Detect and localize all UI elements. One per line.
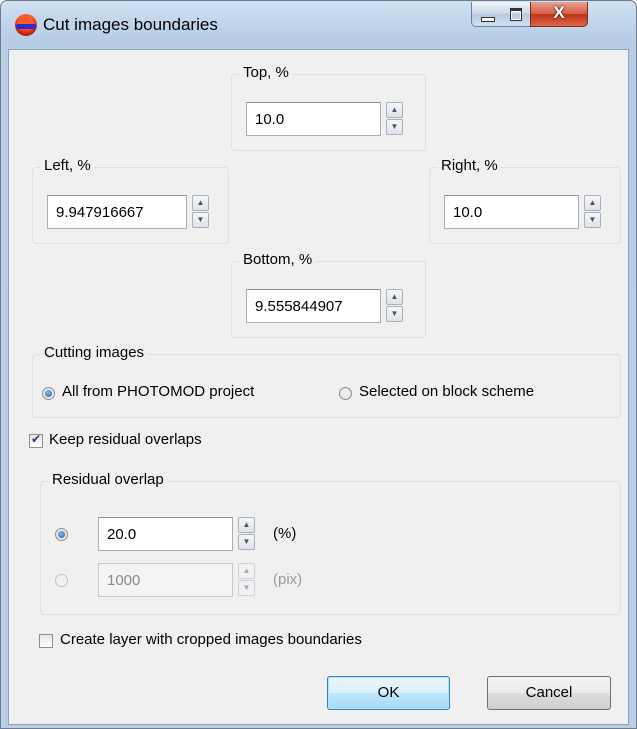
spin-down-icon[interactable]: ▼	[238, 534, 255, 550]
spin-down-icon[interactable]: ▼	[386, 119, 403, 135]
residual-pixels-input[interactable]	[98, 563, 233, 597]
spin-up-icon[interactable]: ▲	[386, 289, 403, 305]
keep-residual-overlaps-label[interactable]: Keep residual overlaps	[49, 431, 202, 448]
residual-pixels-spinbox: ▲ ▼	[98, 563, 268, 597]
residual-pixels-spin-arrows: ▲ ▼	[238, 563, 255, 597]
left-group-title: Left, %	[41, 157, 94, 174]
right-spin-arrows: ▲ ▼	[584, 195, 601, 229]
spin-up-icon[interactable]: ▲	[584, 195, 601, 211]
residual-overlap-title: Residual overlap	[49, 471, 167, 488]
top-group: Top, % ▲ ▼	[231, 64, 426, 151]
window-title: Cut images boundaries	[43, 15, 218, 34]
spin-up-icon[interactable]: ▲	[238, 563, 255, 579]
top-group-title: Top, %	[240, 64, 292, 81]
left-input[interactable]	[47, 195, 187, 229]
spin-down-icon[interactable]: ▼	[584, 212, 601, 228]
top-spinbox: ▲ ▼	[246, 102, 416, 136]
ok-button[interactable]: OK	[327, 676, 450, 710]
spin-up-icon[interactable]: ▲	[238, 517, 255, 533]
residual-percent-unit: (%)	[273, 525, 297, 542]
close-button[interactable]: X	[530, 2, 588, 27]
residual-pixels-unit: (pix)	[273, 571, 303, 588]
bottom-spinbox: ▲ ▼	[246, 289, 416, 323]
residual-pixels-radio[interactable]	[55, 574, 68, 587]
left-spinbox: ▲ ▼	[47, 195, 222, 229]
right-spinbox: ▲ ▼	[444, 195, 614, 229]
bottom-spin-arrows: ▲ ▼	[386, 289, 403, 323]
residual-percent-radio[interactable]	[55, 528, 68, 541]
top-input[interactable]	[246, 102, 381, 136]
title-bar[interactable]: Cut images boundaries X	[1, 1, 636, 49]
cutting-images-title: Cutting images	[41, 344, 148, 361]
create-layer-checkbox[interactable]	[39, 634, 53, 648]
all-from-project-label[interactable]: All from PHOTOMOD project	[62, 383, 254, 400]
selected-on-block-scheme-radio[interactable]	[339, 387, 352, 400]
left-group: Left, % ▲ ▼	[32, 157, 229, 244]
top-spin-arrows: ▲ ▼	[386, 102, 403, 136]
right-group-title: Right, %	[438, 157, 501, 174]
residual-percent-spinbox: ▲ ▼	[98, 517, 268, 551]
minimize-icon	[481, 17, 495, 22]
maximize-icon	[510, 8, 522, 21]
residual-percent-input[interactable]	[98, 517, 233, 551]
bottom-group-title: Bottom, %	[240, 251, 316, 268]
spin-up-icon[interactable]: ▲	[386, 102, 403, 118]
dialog-window: Cut images boundaries X Top, % ▲ ▼ Left,…	[0, 0, 637, 729]
cutting-images-group: Cutting images All from PHOTOMOD project…	[32, 344, 621, 418]
all-from-project-radio[interactable]	[42, 387, 55, 400]
residual-percent-spin-arrows: ▲ ▼	[238, 517, 255, 551]
bottom-input[interactable]	[246, 289, 381, 323]
spin-down-icon[interactable]: ▼	[192, 212, 209, 228]
keep-residual-overlaps-checkbox[interactable]	[29, 432, 43, 448]
selected-on-block-scheme-label[interactable]: Selected on block scheme	[359, 383, 534, 400]
right-group: Right, % ▲ ▼	[429, 157, 621, 244]
minimize-button[interactable]	[471, 2, 502, 27]
residual-overlap-group: Residual overlap ▲ ▼ (%) ▲ ▼ (pix)	[40, 471, 621, 615]
app-icon	[15, 14, 37, 36]
spin-up-icon[interactable]: ▲	[192, 195, 209, 211]
create-layer-label[interactable]: Create layer with cropped images boundar…	[60, 631, 362, 648]
right-input[interactable]	[444, 195, 579, 229]
cancel-button[interactable]: Cancel	[487, 676, 611, 710]
left-spin-arrows: ▲ ▼	[192, 195, 209, 229]
maximize-button[interactable]	[501, 2, 531, 27]
close-icon: X	[553, 3, 565, 22]
bottom-group: Bottom, % ▲ ▼	[231, 251, 426, 338]
spin-down-icon[interactable]: ▼	[238, 580, 255, 596]
spin-down-icon[interactable]: ▼	[386, 306, 403, 322]
dialog-body: Top, % ▲ ▼ Left, % ▲ ▼ Right, %	[8, 49, 629, 725]
